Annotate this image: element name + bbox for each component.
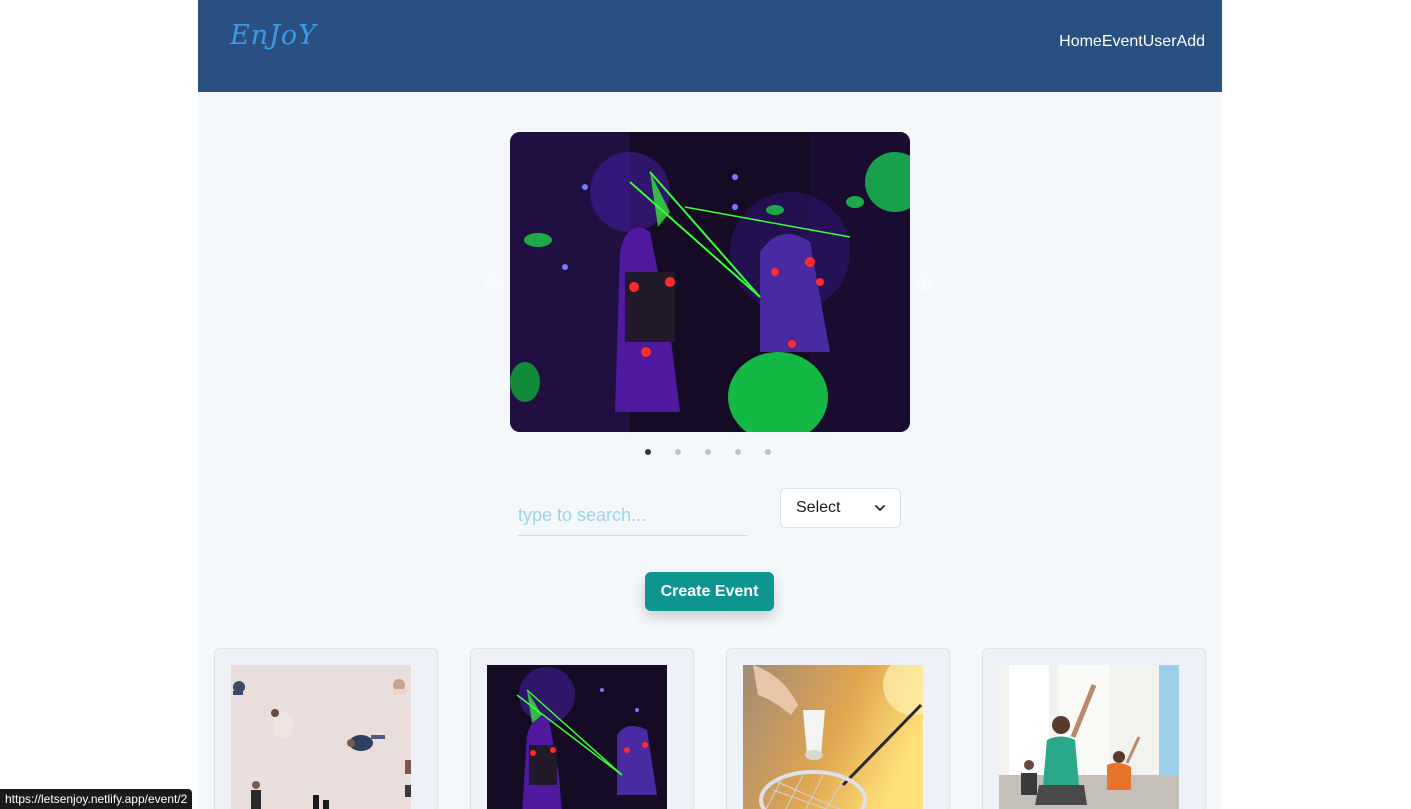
filter-select[interactable]: Select [780, 488, 901, 528]
yoga-class-photo [999, 665, 1179, 809]
event-card-image[interactable] [743, 665, 923, 809]
carousel-dot-2[interactable] [675, 449, 681, 455]
carousel-prev-button[interactable]: ‹ [485, 274, 503, 292]
search-input[interactable] [518, 496, 748, 536]
event-card-image[interactable] [999, 665, 1179, 809]
site-logo[interactable]: EnJoY [230, 20, 317, 51]
laser-tag-photo [487, 665, 667, 809]
filter-select-value: Select [796, 499, 841, 516]
event-card[interactable] [470, 648, 694, 809]
page: EnJoY Home Event User Add ‹ › type to se… [198, 0, 1222, 809]
carousel-slide-image[interactable] [510, 132, 910, 432]
nav-home-link[interactable]: Home [1059, 33, 1102, 51]
nav-user-link[interactable]: User [1143, 33, 1177, 51]
event-card[interactable] [982, 648, 1206, 809]
nav-add-link[interactable]: Add [1177, 33, 1205, 51]
event-card-image[interactable] [487, 665, 667, 809]
create-event-button[interactable]: Create Event [645, 572, 774, 611]
event-card[interactable] [214, 648, 438, 809]
event-card[interactable] [726, 648, 950, 809]
chevron-down-icon [875, 505, 885, 511]
nav-event-link[interactable]: Event [1102, 33, 1143, 51]
event-card-image[interactable] [231, 665, 411, 809]
link-status-bar: https://letsenjoy.netlify.app/event/2 [0, 789, 193, 809]
carousel-dot-3[interactable] [705, 449, 711, 455]
top-navbar: EnJoY Home Event User Add [198, 0, 1222, 92]
falling-people-photo [231, 665, 411, 809]
main-nav: Home Event User Add [1059, 33, 1205, 51]
badminton-photo [743, 665, 923, 809]
laser-tag-photo [510, 132, 910, 432]
carousel-dot-5[interactable] [765, 449, 771, 455]
carousel-dots [645, 449, 771, 455]
carousel-dot-1[interactable] [645, 449, 651, 455]
carousel-next-button[interactable]: › [915, 274, 933, 292]
carousel-dot-4[interactable] [735, 449, 741, 455]
